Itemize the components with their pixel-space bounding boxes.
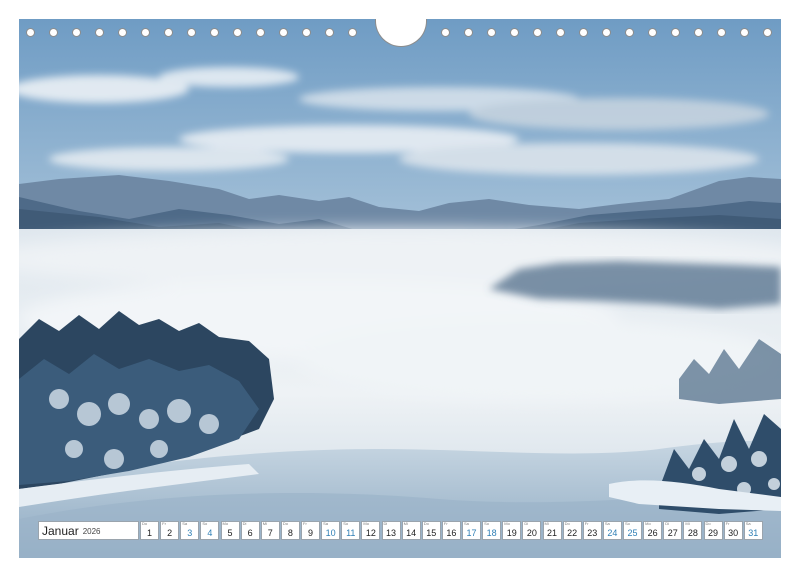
day-abbr: Do: [142, 521, 148, 526]
day-abbr: Mo: [363, 521, 369, 526]
winter-landscape-photo: [19, 19, 781, 558]
day-cell: Sa 10: [321, 521, 341, 540]
day-abbr: So: [625, 521, 630, 526]
month-strip: Januar 2026 Do 1 Fr 2 Sa 3 So 4 Mo 5 Di 6 Mi 7 Do 8 Fr 9 S…: [38, 521, 763, 540]
day-cell: Di 27: [663, 521, 683, 540]
day-cell: Mi 28: [683, 521, 703, 540]
day-cell: Mi 21: [542, 521, 562, 540]
day-number: 15: [426, 528, 437, 538]
day-cell: Mo 26: [643, 521, 663, 540]
day-number: 31: [748, 528, 759, 538]
day-abbr: Mi: [403, 521, 408, 526]
day-number: 5: [227, 528, 233, 538]
day-cell: Do 1: [140, 521, 159, 540]
day-cell: Mi 7: [260, 521, 280, 540]
day-number: 14: [406, 528, 417, 538]
day-cell: So 4: [200, 521, 220, 540]
day-abbr: Do: [564, 521, 570, 526]
day-number: 11: [346, 528, 356, 538]
day-number: 10: [325, 528, 336, 538]
day-abbr: Fr: [725, 521, 730, 526]
day-cell: Fr 30: [723, 521, 743, 540]
day-abbr: So: [202, 521, 208, 526]
day-cell: Mo 12: [361, 521, 381, 540]
day-cell: Do 22: [562, 521, 582, 540]
day-number: 21: [546, 528, 557, 538]
day-abbr: Do: [705, 521, 711, 526]
day-cell: Di 20: [522, 521, 542, 540]
day-cell: Fr 16: [441, 521, 461, 540]
day-number: 20: [526, 528, 537, 538]
calendar-page: [19, 19, 781, 558]
day-abbr: Fr: [162, 521, 166, 526]
day-number: 4: [207, 528, 213, 538]
day-abbr: Mo: [504, 521, 510, 526]
day-cell: Fr 23: [582, 521, 602, 540]
day-abbr: Mi: [262, 521, 267, 526]
day-abbr: Fr: [303, 521, 307, 526]
day-number: 8: [287, 528, 293, 538]
day-cell: Sa 17: [462, 521, 481, 540]
day-number: 25: [627, 528, 638, 538]
day-cell: Do 8: [280, 521, 300, 540]
day-abbr: Mo: [645, 521, 651, 526]
day-cell: Do 29: [703, 521, 723, 540]
day-number: 16: [446, 528, 457, 538]
day-number: 6: [247, 528, 253, 538]
day-abbr: Fr: [584, 521, 589, 526]
day-number: 19: [506, 528, 517, 538]
month-name: Januar: [42, 523, 79, 538]
day-number: 29: [707, 528, 718, 538]
day-cell: Mo 19: [502, 521, 522, 540]
day-abbr: Mi: [685, 521, 690, 526]
day-abbr: Di: [524, 521, 529, 526]
day-number: 12: [365, 528, 376, 538]
day-cell: Sa 3: [180, 521, 200, 540]
day-abbr: So: [484, 521, 490, 526]
day-number: 18: [486, 528, 497, 538]
day-cell: Di 13: [381, 521, 401, 540]
day-number: 24: [607, 528, 618, 538]
day-cell: Do 15: [421, 521, 441, 540]
day-cell: Mo 5: [220, 521, 240, 540]
day-number: 28: [687, 528, 698, 538]
day-abbr: Do: [282, 521, 288, 526]
day-abbr: Di: [383, 521, 388, 526]
day-cell: Sa 31: [743, 521, 763, 540]
day-number: 17: [466, 528, 477, 538]
day-cell: Fr 9: [301, 521, 320, 540]
day-abbr: Mi: [544, 521, 549, 526]
month-label: Januar 2026: [38, 521, 139, 540]
day-number: 13: [385, 528, 396, 538]
day-number: 27: [667, 528, 678, 538]
month-year: 2026: [82, 527, 101, 536]
day-abbr: Mo: [222, 521, 229, 526]
day-abbr: Sa: [604, 521, 610, 526]
day-abbr: Do: [423, 521, 429, 526]
day-number: 22: [567, 528, 578, 538]
day-abbr: So: [343, 521, 349, 526]
day-cell: Sa 24: [602, 521, 622, 540]
day-number: 7: [267, 528, 273, 538]
day-abbr: Di: [665, 521, 670, 526]
day-number: 23: [587, 528, 598, 538]
day-cell: Fr 2: [160, 521, 180, 540]
day-cell: So 25: [623, 521, 642, 540]
day-abbr: Fr: [443, 521, 448, 526]
day-number: 30: [728, 528, 739, 538]
day-abbr: Sa: [745, 521, 751, 526]
day-number: 3: [187, 528, 193, 538]
day-number: 2: [167, 528, 173, 538]
day-abbr: Sa: [464, 521, 469, 526]
day-cell: Di 6: [240, 521, 260, 540]
day-cell: So 11: [341, 521, 361, 540]
day-cell: So 18: [482, 521, 502, 540]
day-number: 1: [146, 528, 152, 538]
day-number: 9: [307, 528, 313, 538]
day-number: 26: [647, 528, 658, 538]
day-abbr: Sa: [323, 521, 329, 526]
day-abbr: Sa: [182, 521, 188, 526]
day-cell: Mi 14: [401, 521, 421, 540]
day-abbr: Di: [242, 521, 247, 526]
